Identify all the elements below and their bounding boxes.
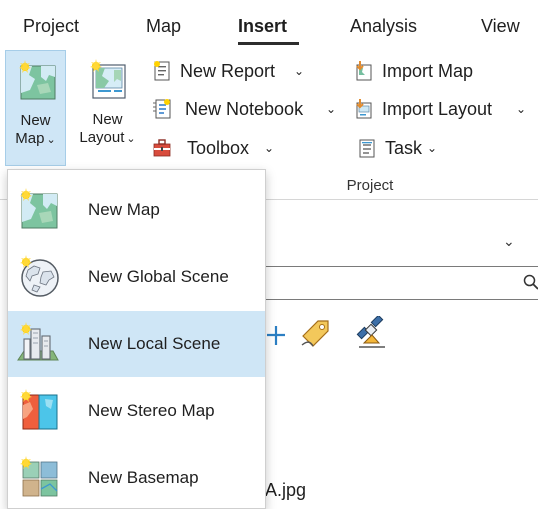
chevron-down-icon: ⌄: [427, 141, 438, 155]
menu-item-new-map[interactable]: New Map: [8, 177, 265, 243]
new-map-label-line1: New: [20, 112, 51, 129]
menu-item-label: New Basemap: [88, 468, 199, 487]
new-notebook-label: New Notebook: [185, 99, 304, 119]
satellite-icon[interactable]: [352, 314, 388, 352]
import-map-button[interactable]: Import Map: [351, 57, 501, 85]
new-report-label: New Report: [180, 61, 276, 81]
chevron-down-icon: ⌄: [294, 64, 305, 78]
menu-item-new-basemap[interactable]: New Basemap: [8, 445, 265, 509]
active-tab-indicator: [238, 42, 299, 45]
import-layout-label: Import Layout: [382, 99, 493, 119]
stereo-map-icon: [16, 388, 62, 434]
file-name-text: A.jpg: [265, 480, 307, 500]
new-map-label-line2-wrap: Map ⌄: [6, 130, 65, 149]
tag-icon[interactable]: [298, 316, 332, 350]
task-label: Task: [385, 138, 423, 158]
toolbox-button[interactable]: Toolbox ⌄: [150, 134, 290, 162]
chevron-down-icon[interactable]: ⌄: [503, 233, 523, 253]
tab-map[interactable]: Map: [146, 16, 181, 40]
task-icon: [355, 136, 379, 160]
arcgis-pro-window: Project Map Insert Analysis View New Map…: [0, 0, 538, 509]
add-icon[interactable]: [264, 321, 288, 349]
notebook-icon: [150, 97, 174, 121]
chevron-down-icon: ⌄: [326, 102, 337, 116]
chevron-down-icon: ⌄: [264, 141, 275, 155]
new-layout-label-line2: Layout: [79, 129, 125, 146]
toolbox-label: Toolbox: [187, 138, 250, 158]
menu-item-label: New Local Scene: [88, 334, 221, 353]
new-map-label-line2: Map: [15, 130, 45, 147]
new-notebook-button[interactable]: New Notebook ⌄: [150, 95, 345, 123]
project-group-label: Project: [346, 177, 394, 194]
tab-view[interactable]: View: [481, 16, 520, 40]
chevron-down-icon: ⌄: [126, 133, 136, 145]
local-scene-icon: [16, 321, 62, 367]
tab-project[interactable]: Project: [23, 16, 79, 40]
import-map-icon: [351, 59, 375, 83]
catalog-toolbar: [264, 314, 394, 360]
search-input[interactable]: [260, 266, 538, 300]
import-layout-button[interactable]: Import Layout ⌄: [351, 95, 538, 123]
tab-insert[interactable]: Insert: [238, 16, 287, 40]
search-icon[interactable]: [523, 274, 538, 290]
new-map-icon: [16, 187, 62, 233]
new-map-label: New Map ⌄: [6, 112, 65, 149]
task-button[interactable]: Task ⌄: [355, 134, 445, 162]
new-map-icon: [15, 59, 59, 103]
menu-item-new-local-scene[interactable]: New Local Scene: [8, 311, 265, 377]
basemap-icon: [16, 455, 62, 501]
menu-item-new-stereo-map[interactable]: New Stereo Map: [8, 378, 265, 444]
import-layout-icon: [351, 97, 375, 121]
menu-item-new-global-scene[interactable]: New Global Scene: [8, 244, 265, 310]
new-map-button[interactable]: New Map ⌄: [5, 50, 66, 166]
report-icon: [150, 59, 174, 83]
new-layout-label-line1: New: [92, 111, 123, 128]
menu-item-label: New Map: [88, 200, 160, 219]
chevron-down-icon: ⌄: [46, 134, 56, 146]
menu-item-label: New Global Scene: [88, 267, 229, 286]
new-layout-label-line2-wrap: Layout ⌄: [74, 129, 141, 148]
globe-icon: [16, 254, 62, 300]
import-map-label: Import Map: [382, 61, 474, 81]
chevron-down-icon: ⌄: [516, 102, 527, 116]
new-layout-icon: [86, 58, 130, 102]
new-layout-label: New Layout ⌄: [74, 111, 141, 148]
new-layout-button[interactable]: New Layout ⌄: [74, 50, 141, 166]
new-report-button[interactable]: New Report ⌄: [150, 57, 330, 85]
new-map-dropdown-menu: New Map New Global Scene New Local Scene…: [7, 169, 266, 509]
tab-analysis[interactable]: Analysis: [350, 16, 417, 40]
toolbox-icon: [150, 136, 174, 160]
menu-item-label: New Stereo Map: [88, 401, 215, 420]
